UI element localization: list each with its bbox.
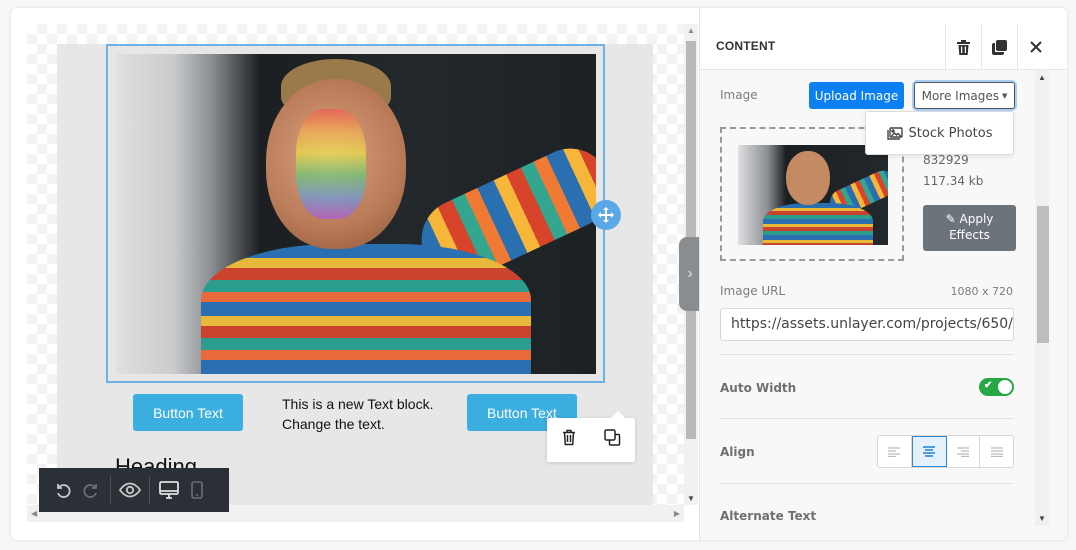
mobile-view-button[interactable] <box>183 476 211 504</box>
button-block-1[interactable]: Button Text <box>133 394 243 431</box>
align-right-button[interactable] <box>947 436 981 467</box>
preview-button[interactable] <box>116 476 144 504</box>
image-thumbnail <box>738 145 888 245</box>
delete-content-button[interactable] <box>945 24 981 70</box>
duplicate-block-button[interactable] <box>604 429 621 451</box>
pencil-icon: ✎ <box>945 212 956 226</box>
content-image[interactable] <box>116 54 596 374</box>
close-panel-button[interactable] <box>1017 24 1053 70</box>
redo-button[interactable] <box>77 476 105 504</box>
apply-effects-line2: Effects <box>949 228 990 242</box>
panel-header: CONTENT <box>700 8 1067 70</box>
design-canvas: Button Text This is a new Text block. Ch… <box>27 24 684 522</box>
editor-frame: Button Text This is a new Text block. Ch… <box>11 8 1067 540</box>
align-right-icon <box>956 446 969 457</box>
apply-effects-button[interactable]: ✎ Apply Effects <box>923 205 1016 251</box>
image-url-input[interactable]: https://assets.unlayer.com/projects/650/… <box>720 308 1014 341</box>
close-icon <box>1029 41 1042 53</box>
toolbar-divider <box>110 476 111 504</box>
image-url-label: Image URL <box>720 284 786 298</box>
apply-effects-line1: Apply <box>959 212 994 226</box>
divider <box>720 354 1014 355</box>
scrollbar-thumb[interactable] <box>1037 206 1049 343</box>
check-icon: ✔ <box>984 380 993 391</box>
mobile-icon <box>191 481 203 499</box>
align-label: Align <box>720 445 755 459</box>
scroll-left-arrow[interactable]: ◀ <box>31 509 37 518</box>
alternate-text-label: Alternate Text <box>720 509 817 523</box>
delete-block-button[interactable] <box>561 429 577 451</box>
align-justify-button[interactable] <box>980 436 1013 467</box>
image-icon <box>886 126 903 140</box>
align-center-button[interactable] <box>911 436 947 467</box>
undo-icon <box>57 484 71 498</box>
align-button-group <box>877 435 1014 468</box>
chevron-right-icon: › <box>687 265 693 282</box>
image-label: Image <box>720 88 758 102</box>
properties-panel: CONTENT Image Upload Image More Images ▼ <box>699 8 1067 540</box>
toolbar-divider <box>149 476 150 504</box>
bottom-toolbar <box>39 468 229 512</box>
trash-icon <box>562 429 575 446</box>
align-left-icon <box>888 446 901 457</box>
upload-image-button[interactable]: Upload Image <box>809 82 904 109</box>
duplicate-content-button[interactable] <box>981 24 1017 70</box>
desktop-icon <box>159 481 179 499</box>
image-dimensions: 1080 x 720 <box>950 285 1014 298</box>
desktop-view-button[interactable] <box>155 476 183 504</box>
stock-photos-label: Stock Photos <box>908 125 993 141</box>
align-center-icon <box>923 446 936 457</box>
scroll-right-arrow[interactable]: ▶ <box>674 509 680 518</box>
caret-down-icon: ▼ <box>1002 91 1008 100</box>
text-block[interactable]: This is a new Text block. Change the tex… <box>282 394 452 434</box>
eye-icon <box>119 482 141 498</box>
auto-width-label: Auto Width <box>720 381 797 395</box>
redo-icon <box>83 484 97 498</box>
more-images-label: More Images <box>921 88 999 103</box>
move-handle[interactable] <box>591 200 621 230</box>
email-body: Button Text This is a new Text block. Ch… <box>57 44 653 514</box>
auto-width-toggle[interactable]: ✔ <box>979 378 1014 396</box>
image-size: 117.34 kb <box>923 174 984 188</box>
scroll-up-arrow[interactable]: ▲ <box>687 26 695 35</box>
panel-scrollbar[interactable]: ▲ ▼ <box>1035 70 1049 526</box>
move-icon <box>598 207 614 223</box>
panel-collapse-toggle[interactable]: › <box>679 237 701 311</box>
divider <box>720 418 1014 419</box>
duplicate-icon <box>604 429 621 446</box>
align-left-button[interactable] <box>878 436 912 467</box>
more-images-dropdown[interactable]: More Images ▼ <box>914 82 1015 109</box>
image-block-selected[interactable] <box>106 44 605 383</box>
undo-button[interactable] <box>49 476 77 504</box>
scroll-down-arrow[interactable]: ▼ <box>687 494 695 503</box>
dropdown-item-stock-photos[interactable]: Stock Photos <box>865 111 1014 155</box>
scroll-up-arrow[interactable]: ▲ <box>1038 73 1046 82</box>
block-toolbar <box>547 411 635 462</box>
scroll-down-arrow[interactable]: ▼ <box>1038 514 1046 523</box>
align-justify-icon <box>990 446 1003 457</box>
divider <box>720 483 1014 484</box>
image-id: 832929 <box>923 153 969 167</box>
trash-icon <box>957 39 970 55</box>
copy-icon <box>992 39 1007 55</box>
panel-title: CONTENT <box>716 39 776 53</box>
